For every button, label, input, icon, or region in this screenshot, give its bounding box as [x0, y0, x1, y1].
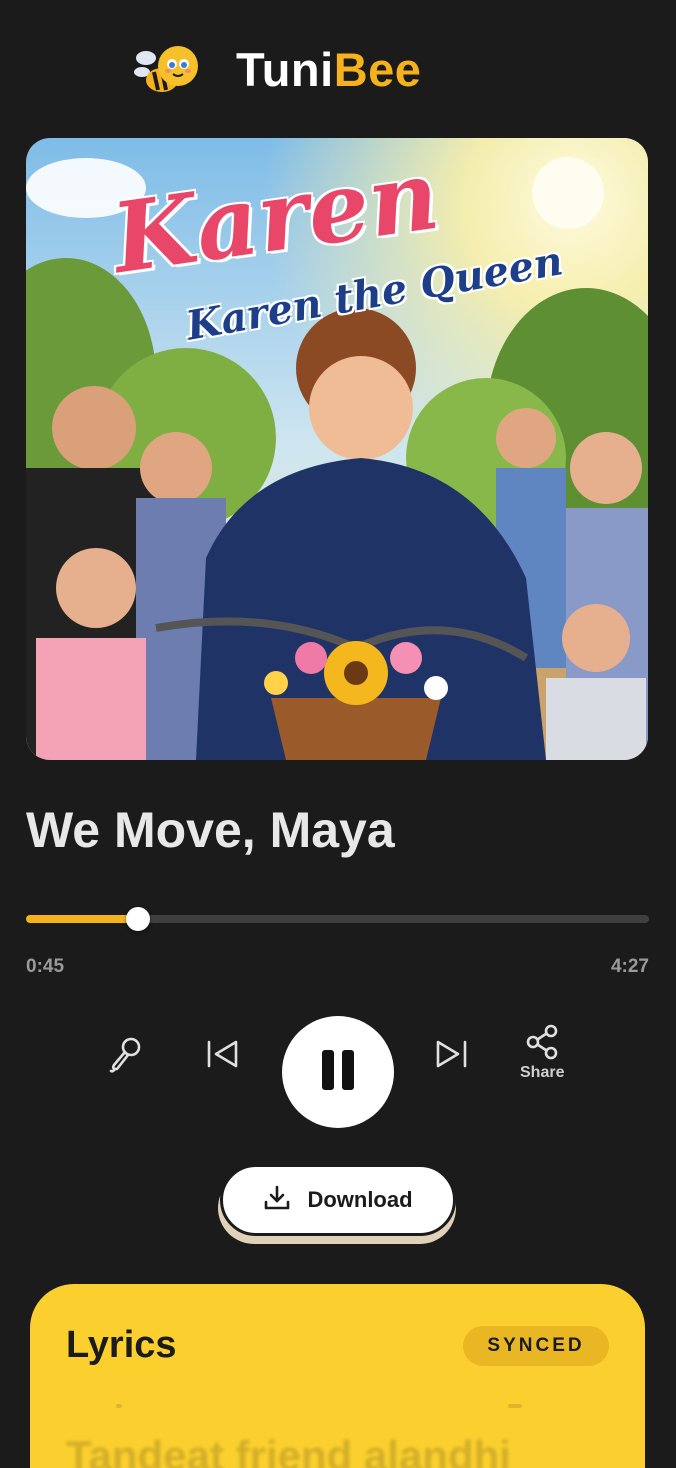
- microphone-button[interactable]: [106, 1034, 146, 1074]
- total-time: 4:27: [610, 956, 649, 977]
- share-label: Share: [520, 1064, 565, 1081]
- next-track-button[interactable]: [432, 1034, 472, 1074]
- progress-fill: [26, 915, 139, 923]
- pause-button[interactable]: [282, 1016, 394, 1128]
- lyric-line[interactable]: Tandeat friend alandhi: [66, 1432, 511, 1468]
- brand-name: TuniBee: [236, 40, 421, 100]
- lyric-divider: [508, 1404, 522, 1408]
- lyrics-title: Lyrics: [66, 1324, 177, 1366]
- brand-name-part1: Tuni: [236, 43, 334, 96]
- elapsed-time: 0:45: [26, 956, 65, 977]
- lyric-divider: [116, 1404, 122, 1408]
- download-button[interactable]: Download: [220, 1164, 456, 1236]
- bee-mascot-icon: [132, 40, 204, 100]
- download-label: Download: [307, 1187, 413, 1212]
- song-title: We Move, Maya: [26, 802, 395, 858]
- app-header: TuniBee: [0, 36, 676, 106]
- synced-badge: SYNCED: [463, 1326, 609, 1366]
- progress-slider[interactable]: [26, 907, 649, 931]
- skip-previous-icon: [202, 1034, 242, 1074]
- pause-icon: [318, 1048, 358, 1097]
- download-icon: [263, 1184, 291, 1217]
- microphone-icon: [106, 1034, 146, 1074]
- previous-track-button[interactable]: [202, 1034, 242, 1074]
- skip-next-icon: [432, 1034, 472, 1074]
- brand-name-part2: Bee: [333, 43, 422, 96]
- album-artwork: Karen Karen the Queen: [26, 138, 648, 760]
- share-button[interactable]: Share: [520, 1024, 564, 1082]
- lyrics-card: Lyrics SYNCED Tandeat friend alandhi: [30, 1284, 645, 1468]
- share-icon: [524, 1024, 560, 1060]
- progress-thumb[interactable]: [126, 907, 151, 931]
